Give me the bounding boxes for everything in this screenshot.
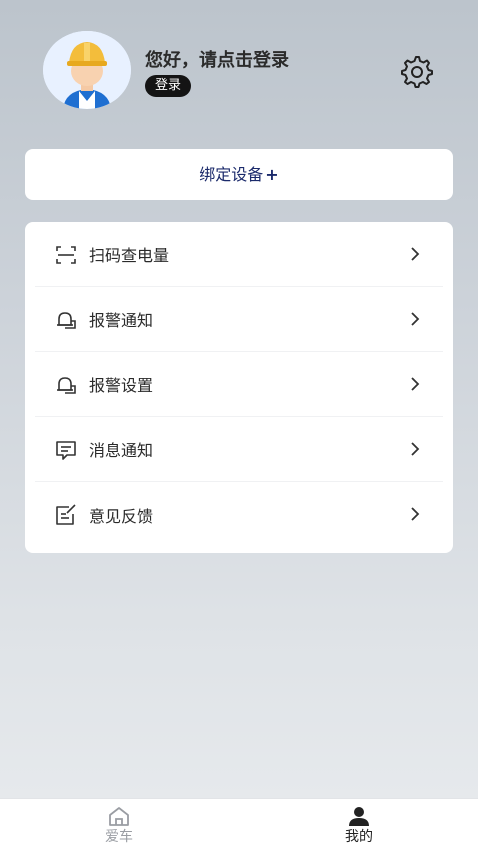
menu-item-alarm-notification[interactable]: 报警通知 — [35, 287, 443, 352]
home-icon — [109, 807, 129, 826]
menu-item-scan-battery[interactable]: 扫码查电量 — [35, 222, 443, 287]
bottom-tab-bar: 爱车 我的 — [0, 798, 478, 850]
menu-item-label: 报警通知 — [89, 311, 154, 330]
tab-car[interactable]: 爱车 — [59, 799, 179, 850]
feedback-icon — [56, 504, 76, 525]
menu-item-label: 报警设置 — [89, 376, 154, 395]
menu-item-alarm-settings[interactable]: 报警设置 — [35, 352, 443, 417]
tab-label: 我的 — [345, 829, 373, 845]
message-icon — [56, 441, 76, 460]
plus-icon: + — [265, 165, 279, 184]
chevron-right-icon — [411, 312, 420, 326]
menu-item-message-notification[interactable]: 消息通知 — [35, 417, 443, 482]
scan-icon — [56, 246, 76, 264]
menu-list: 扫码查电量 报警通知 报警设置 消息通知 意见反馈 — [25, 222, 453, 553]
menu-item-label: 消息通知 — [89, 441, 154, 460]
bind-device-button[interactable]: 绑定设备 + — [25, 149, 453, 200]
chevron-right-icon — [411, 442, 420, 456]
chevron-right-icon — [411, 247, 420, 261]
chevron-right-icon — [411, 507, 420, 521]
tab-mine[interactable]: 我的 — [299, 799, 419, 850]
login-prompt[interactable]: 您好，请点击登录 — [145, 46, 289, 72]
menu-item-feedback[interactable]: 意见反馈 — [35, 482, 443, 547]
bind-device-label: 绑定设备 — [199, 165, 264, 184]
avatar[interactable] — [43, 31, 131, 109]
worker-avatar-icon — [43, 31, 131, 109]
login-button[interactable]: 登录 — [145, 75, 192, 97]
profile-header: 您好，请点击登录 登录 — [0, 0, 478, 140]
alarm-bell-icon — [57, 312, 76, 329]
chevron-right-icon — [411, 377, 420, 391]
gear-icon[interactable] — [398, 54, 434, 90]
tab-label: 爱车 — [105, 829, 133, 845]
menu-item-label: 意见反馈 — [89, 506, 154, 526]
alarm-settings-icon — [57, 377, 76, 394]
person-icon — [349, 807, 369, 826]
menu-item-label: 扫码查电量 — [89, 246, 170, 265]
